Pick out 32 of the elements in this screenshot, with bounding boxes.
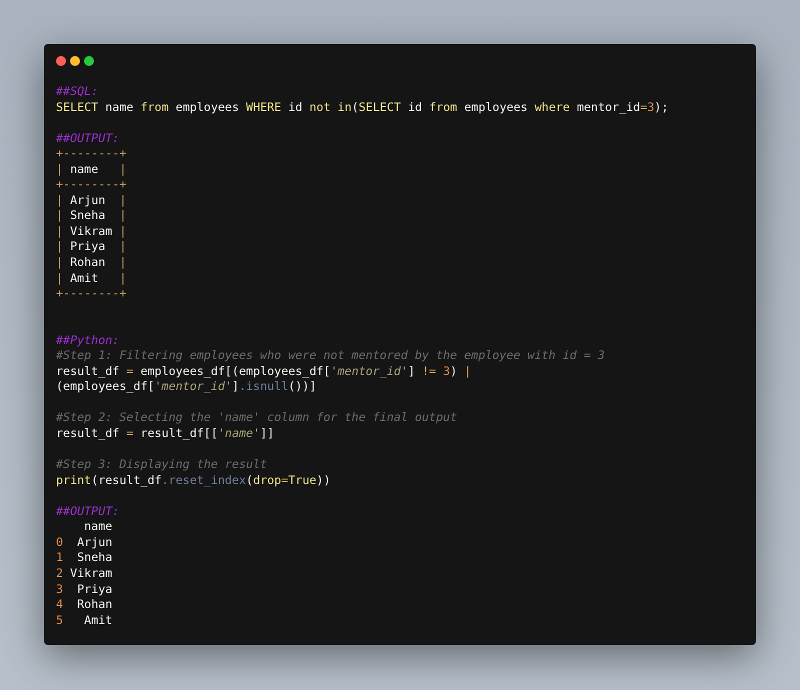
code-line: ##Python: (56, 332, 120, 348)
code-line: result_df = employees_df[(employees_df['mentor_id'] != 3) | (56, 364, 472, 380)
code-line: 3 Priya (56, 582, 112, 598)
code-line: +--------+ (56, 146, 126, 162)
code-line: +--------+ (56, 177, 126, 193)
code-line: 1 Sneha (56, 550, 112, 566)
code-line: 0 Arjun (56, 534, 112, 550)
code-line: | Amit | (56, 270, 126, 286)
code-line: 5 Amit (56, 612, 112, 628)
code-line: print(result_df.reset_index(drop=True)) (56, 472, 330, 488)
code-line: ##OUTPUT: (56, 130, 120, 146)
close-button[interactable] (56, 56, 66, 66)
code-line: #Step 2: Selecting the 'name' column for the final output (56, 410, 458, 426)
code-line: | Vikram | (56, 224, 126, 240)
code-line: result_df = result_df[['name']] (56, 426, 274, 442)
code-line: | name | (56, 162, 126, 178)
code-line: 4 Rohan (56, 597, 112, 613)
code-line: SELECT name from employees WHERE id not in(SELECT id from employees where mentor_id=3); (56, 100, 668, 116)
code-line: | Sneha | (56, 208, 126, 224)
zoom-button[interactable] (84, 56, 94, 66)
code-line: (employees_df['mentor_id'].isnull())] (56, 379, 316, 395)
code-line: | Rohan | (56, 255, 126, 271)
code-line: +--------+ (56, 286, 126, 302)
code-line: | Priya | (56, 239, 126, 256)
minimize-button[interactable] (70, 56, 80, 66)
code-line: name (83, 519, 112, 535)
code-line: #Step 1: Filtering employees who were not mentored by the employee with id = 3 (56, 348, 605, 364)
code-line: ##SQL: (56, 84, 98, 100)
code-line: 2 Vikram (56, 566, 112, 582)
code-line: ##OUTPUT: (56, 504, 120, 520)
code-line: | Arjun | (56, 192, 126, 208)
code-line: #Step 3: Displaying the result (56, 457, 268, 473)
